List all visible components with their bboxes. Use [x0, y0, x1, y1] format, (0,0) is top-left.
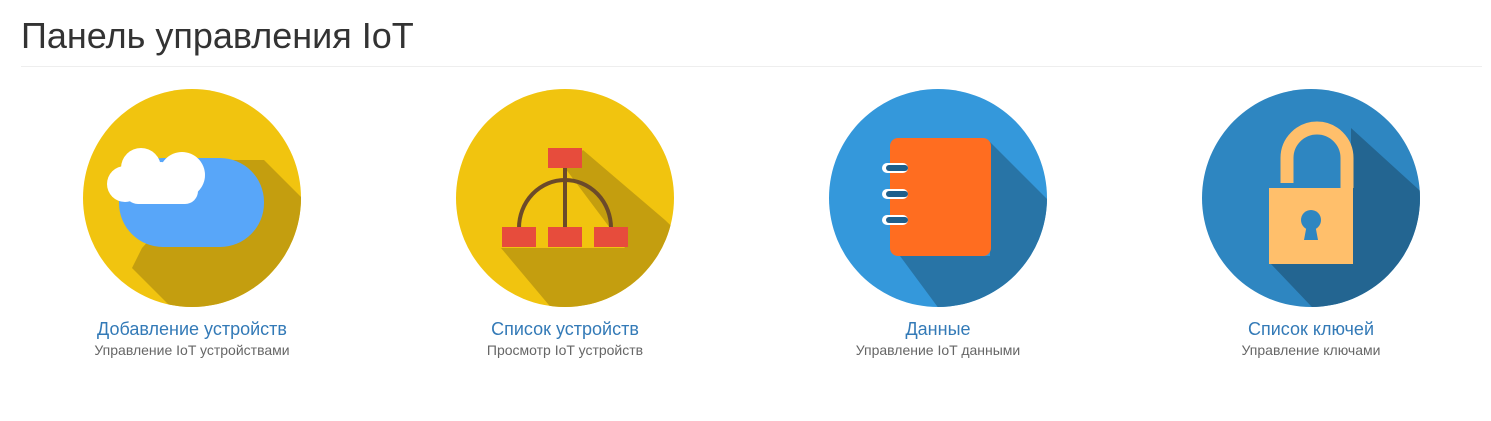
page-title: Панель управления IoT — [21, 15, 414, 56]
notebook-icon[interactable] — [828, 88, 1048, 308]
unlocked-padlock-icon[interactable] — [1201, 88, 1421, 308]
tile-key-list[interactable]: Список ключей Управление ключами — [1181, 88, 1441, 368]
cloud-icon[interactable] — [82, 88, 302, 308]
dashboard-tiles: Добавление устройств Управление IoT устр… — [0, 88, 1491, 368]
tile-label[interactable]: Данные — [808, 318, 1068, 340]
title-divider — [21, 66, 1482, 67]
tile-label[interactable]: Список ключей — [1181, 318, 1441, 340]
tile-description: Просмотр IoT устройств — [486, 342, 644, 358]
tile-label[interactable]: Добавление устройств — [62, 318, 322, 340]
tile-add-devices[interactable]: Добавление устройств Управление IoT устр… — [62, 88, 322, 368]
hierarchy-icon[interactable] — [455, 88, 675, 308]
tile-description: Управление ключами — [1241, 342, 1381, 358]
tile-description: Управление IoT данными — [855, 342, 1021, 358]
tile-device-list[interactable]: Список устройств Просмотр IoT устройств — [435, 88, 695, 368]
tile-data[interactable]: Данные Управление IoT данными — [808, 88, 1068, 368]
tile-label[interactable]: Список устройств — [435, 318, 695, 340]
iot-dashboard-page: Панель управления IoT Добавление устройс… — [0, 0, 1491, 421]
tile-description: Управление IoT устройствами — [94, 342, 290, 358]
